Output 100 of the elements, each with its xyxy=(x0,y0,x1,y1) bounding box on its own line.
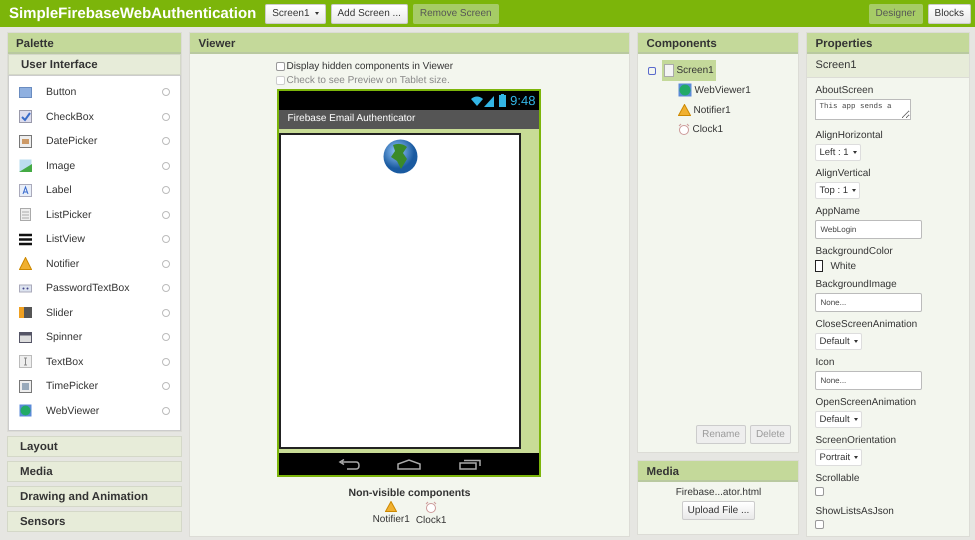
palette-section[interactable]: User Interface xyxy=(8,54,182,75)
alarm-clock-icon xyxy=(425,501,438,513)
wifi-signal-icon xyxy=(471,94,496,106)
palette-item[interactable]: DatePicker xyxy=(9,129,180,154)
list-lines-icon xyxy=(19,232,32,246)
toolbar-button[interactable]: Add Screen ... xyxy=(330,4,408,24)
property-name: CloseScreenAnimation xyxy=(815,319,918,330)
component-label: Clock1 xyxy=(416,515,446,526)
checkbox-label: Display hidden components in Viewer xyxy=(286,60,454,72)
palette-item[interactable]: ListPicker xyxy=(9,202,180,227)
palette-item[interactable]: Button xyxy=(9,80,180,104)
property-name: AboutScreen xyxy=(815,85,874,96)
help-icon[interactable] xyxy=(162,186,170,194)
upload-file-button[interactable]: Upload File ... xyxy=(682,501,756,520)
color-swatch[interactable] xyxy=(815,260,824,272)
palette-item[interactable]: ListView xyxy=(9,227,180,252)
tree-item[interactable]: Clock1 xyxy=(678,121,724,140)
palette-item[interactable]: TimePicker xyxy=(9,374,180,398)
screen-dropdown[interactable]: Screen1 xyxy=(265,4,326,24)
palette-section[interactable]: Layout xyxy=(7,436,182,457)
home-icon xyxy=(397,458,422,470)
help-icon[interactable] xyxy=(162,260,170,268)
palette-item[interactable]: Spinner xyxy=(9,325,180,350)
dropdown[interactable]: Left : 1 xyxy=(815,144,861,161)
caret-icon xyxy=(852,151,857,154)
dropdown[interactable]: Top : 1 xyxy=(815,182,860,199)
component-name: Screen1 xyxy=(807,54,969,78)
property-name: ShowListsAsJson xyxy=(815,506,895,517)
help-icon[interactable] xyxy=(162,112,170,121)
color-name: White xyxy=(830,260,856,272)
button-icon xyxy=(19,86,32,99)
tree-item[interactable]: Screen1 xyxy=(662,60,716,81)
help-icon[interactable] xyxy=(162,382,170,390)
palette-item[interactable]: PasswordTextBox xyxy=(9,276,180,300)
palette-item[interactable]: Slider xyxy=(9,300,180,325)
panel-header: Properties xyxy=(807,33,969,54)
panel-header: Palette xyxy=(8,33,182,54)
palette-item[interactable]: CheckBox xyxy=(9,104,180,129)
checkbox[interactable] xyxy=(815,487,824,496)
warning-icon xyxy=(385,501,398,512)
help-icon[interactable] xyxy=(162,308,170,317)
checkbox-label: Check to see Preview on Tablet size. xyxy=(286,74,450,86)
palette-section[interactable]: Media xyxy=(7,461,182,482)
spinner-icon xyxy=(19,330,32,344)
palette-section[interactable]: Drawing and Animation xyxy=(7,486,182,507)
media-file[interactable]: Firebase...ator.html xyxy=(638,482,798,501)
help-icon[interactable] xyxy=(162,210,170,219)
project-title: SimpleFirebaseWebAuthentication xyxy=(9,5,256,22)
help-icon[interactable] xyxy=(162,162,170,170)
collapse-toggle-icon[interactable] xyxy=(648,66,656,74)
palette-item[interactable]: WebViewer xyxy=(9,398,180,423)
property-name: AppName xyxy=(815,206,861,217)
app-title-bar: Firebase Email Authenticator xyxy=(279,110,540,129)
warning-icon xyxy=(19,257,32,270)
palette-item[interactable]: TextBox xyxy=(9,350,180,374)
view-tab[interactable]: Blocks xyxy=(928,4,971,24)
property-name: BackgroundColor xyxy=(815,246,894,257)
property-name: AlignHorizontal xyxy=(815,130,884,141)
dropdown[interactable]: Default xyxy=(815,411,862,428)
palette-item[interactable]: Label xyxy=(9,178,180,202)
help-icon[interactable] xyxy=(162,284,170,292)
input-field[interactable]: None... xyxy=(815,293,922,312)
checkbox[interactable] xyxy=(815,520,824,529)
input-field[interactable]: None... xyxy=(815,371,922,390)
panel-header: Media xyxy=(638,461,798,482)
property-name: OpenScreenAnimation xyxy=(815,397,918,408)
dropdown[interactable]: Default xyxy=(815,333,862,350)
palette-item[interactable]: Image xyxy=(9,154,180,178)
status-time: 9:48 xyxy=(510,93,536,108)
palette-item[interactable]: Notifier xyxy=(9,252,180,276)
panel-header: Viewer xyxy=(190,33,630,54)
help-icon[interactable] xyxy=(162,358,170,366)
recent-apps-icon xyxy=(458,458,481,470)
help-icon[interactable] xyxy=(162,406,170,415)
image-icon xyxy=(19,159,32,172)
battery-icon xyxy=(499,94,506,107)
back-icon xyxy=(338,458,360,470)
caret-icon xyxy=(852,189,856,192)
caret-icon xyxy=(854,456,858,459)
help-icon[interactable] xyxy=(162,333,170,342)
dropdown[interactable]: Portrait xyxy=(815,449,862,466)
phone-screen-icon xyxy=(664,64,674,77)
checkbox[interactable] xyxy=(276,62,286,70)
tree-item[interactable]: WebViewer1 xyxy=(678,81,751,102)
alarm-clock-icon xyxy=(678,123,690,135)
help-icon[interactable] xyxy=(162,88,170,96)
panel-header: Components xyxy=(638,33,798,54)
view-tab[interactable]: Designer xyxy=(868,4,923,24)
tree-item[interactable]: Notifier1 xyxy=(678,102,731,121)
list-icon xyxy=(19,208,32,222)
caret-icon xyxy=(854,418,858,421)
section-heading: Non-visible components xyxy=(348,487,472,499)
palette-section[interactable]: Sensors xyxy=(7,511,182,532)
warning-icon xyxy=(678,104,692,116)
slider-icon xyxy=(19,306,32,320)
input-field[interactable]: WebLogin xyxy=(815,220,922,239)
help-icon[interactable] xyxy=(162,235,170,244)
component-label: Notifier1 xyxy=(372,514,410,525)
letter-a-icon xyxy=(19,184,32,197)
help-icon[interactable] xyxy=(162,137,170,146)
